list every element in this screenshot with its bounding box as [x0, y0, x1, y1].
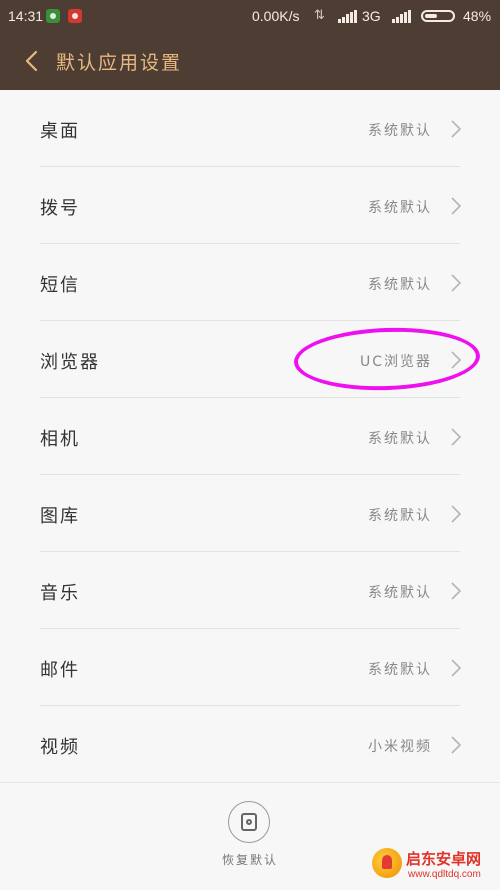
- row-label: 短信: [40, 275, 80, 296]
- settings-row-dialer[interactable]: 拨号 系统默认: [0, 167, 500, 244]
- battery-icon: [421, 10, 455, 22]
- row-value: 系统默认: [368, 123, 432, 139]
- settings-row-gallery[interactable]: 图库 系统默认: [0, 475, 500, 552]
- signal-icon-2: [392, 10, 411, 23]
- signal-icon: [338, 10, 357, 23]
- watermark-logo-icon: [372, 848, 402, 878]
- settings-row-desktop[interactable]: 桌面 系统默认: [0, 90, 500, 167]
- watermark-name: 启东安卓网: [406, 850, 482, 868]
- row-label: 邮件: [40, 660, 80, 681]
- settings-row-music[interactable]: 音乐 系统默认: [0, 552, 500, 629]
- status-time: 14:31: [8, 8, 44, 24]
- row-label: 相机: [40, 429, 80, 450]
- row-value: 系统默认: [368, 200, 432, 216]
- chevron-right-icon: [451, 505, 462, 523]
- chevron-right-icon: [451, 659, 462, 677]
- row-value: 系统默认: [368, 508, 432, 524]
- restore-default-button[interactable]: [228, 801, 270, 843]
- chevron-right-icon: [451, 197, 462, 215]
- settings-row-sms[interactable]: 短信 系统默认: [0, 244, 500, 321]
- row-label: 音乐: [40, 583, 80, 604]
- chevron-right-icon: [451, 120, 462, 138]
- row-label: 浏览器: [40, 352, 100, 373]
- chevron-right-icon: [451, 582, 462, 600]
- network-speed: 0.00K/s: [252, 8, 300, 24]
- default-apps-list: 桌面 系统默认 拨号 系统默认 短信 系统默认 浏览器 UC浏览器 相机 系统默…: [0, 90, 500, 783]
- row-label: 拨号: [40, 198, 80, 219]
- back-arrow-icon[interactable]: [22, 48, 44, 74]
- chevron-right-icon: [451, 736, 462, 754]
- restore-default-label: 恢复默认: [221, 853, 278, 867]
- site-watermark: 启东安卓网 www.qdltdq.com: [372, 838, 500, 888]
- app-header: 默认应用设置: [0, 32, 500, 90]
- page-title: 默认应用设置: [56, 52, 183, 74]
- row-value: 系统默认: [368, 662, 432, 678]
- battery-percent: 48%: [463, 8, 492, 24]
- restore-icon: [241, 813, 257, 831]
- status-bar: 14:31 0.00K/s ⇅ 3G 48%: [0, 0, 500, 32]
- chevron-right-icon: [451, 428, 462, 446]
- row-value: 系统默认: [368, 585, 432, 601]
- row-value: 系统默认: [368, 277, 432, 293]
- data-transfer-icon: ⇅: [314, 7, 325, 22]
- row-label: 图库: [40, 506, 80, 527]
- alert-notification-icon: [68, 9, 82, 23]
- row-label: 视频: [40, 737, 80, 758]
- settings-row-camera[interactable]: 相机 系统默认: [0, 398, 500, 475]
- settings-row-video[interactable]: 视频 小米视频: [0, 706, 500, 783]
- row-value: 系统默认: [368, 431, 432, 447]
- row-value: 小米视频: [368, 739, 432, 755]
- network-type: 3G: [362, 8, 381, 24]
- watermark-url: www.qdltdq.com: [408, 869, 481, 880]
- app-notification-icon: [46, 9, 60, 23]
- chevron-right-icon: [451, 274, 462, 292]
- row-label: 桌面: [40, 121, 80, 142]
- settings-row-mail[interactable]: 邮件 系统默认: [0, 629, 500, 706]
